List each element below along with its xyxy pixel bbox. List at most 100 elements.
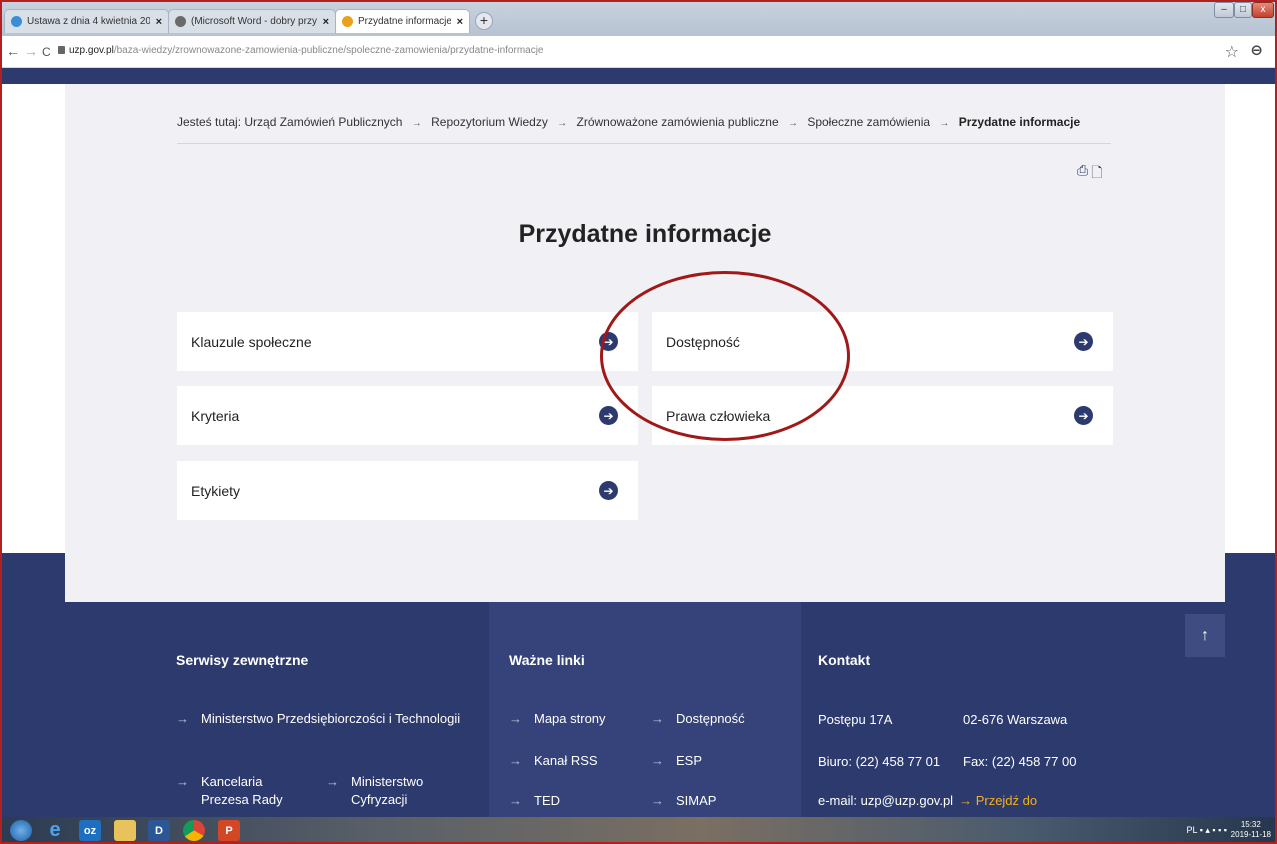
- powerpoint-icon[interactable]: P: [218, 820, 240, 841]
- footer-link-label: Mapa strony: [534, 711, 606, 726]
- profile-icon[interactable]: ⊖: [1250, 41, 1263, 59]
- goto-link[interactable]: → Przejdź do: [959, 793, 1037, 808]
- back-button[interactable]: ←: [6, 43, 20, 59]
- card-prawa-czlowieka[interactable]: Prawa człowieka ➔: [652, 386, 1113, 445]
- tab-ustawa[interactable]: Ustawa z dnia 4 kwietnia 2019 r. ×: [4, 9, 169, 33]
- page-title: Przydatne informacje: [518, 220, 772, 248]
- footer-link-label: Kancelaria Prezesa Rady: [201, 774, 283, 807]
- main-content: Jesteś tutaj: Urząd Zamówień Publicznych…: [65, 84, 1225, 602]
- url-path: /baza-wiedzy/zrownowazone-zamowienia-pub…: [113, 45, 544, 56]
- footer-link[interactable]: → Dostępność: [651, 710, 745, 728]
- footer-link[interactable]: → SIMAP: [651, 792, 716, 810]
- clock-date: 2019-11-18: [1230, 830, 1271, 839]
- tab-close-icon[interactable]: ×: [156, 16, 162, 28]
- tab-close-icon[interactable]: ×: [457, 16, 463, 28]
- footer-link[interactable]: → ESP: [651, 752, 702, 770]
- site-header-band: [0, 68, 1277, 84]
- breadcrumb-link[interactable]: Urząd Zamówień Publicznych: [244, 115, 402, 129]
- tab-label: Przydatne informacje - Urząd Zam: [358, 16, 451, 27]
- minimize-button[interactable]: –: [1214, 2, 1234, 18]
- url-host: uzp.gov.pl: [69, 45, 114, 56]
- footer-link[interactable]: → Kanał RSS: [509, 752, 598, 770]
- arrow-right-icon: →: [651, 753, 664, 768]
- contact-fax: Fax: (22) 458 77 00: [963, 754, 1077, 769]
- arrow-right-icon: →: [509, 711, 522, 726]
- contact-email-text[interactable]: e-mail: uzp@uzp.gov.pl: [818, 793, 953, 808]
- taskbar: e oz D P PL ▪ ▴ ▪ ▪ ▪ 15:32 2019-11-18: [0, 817, 1277, 844]
- footer-link-label: Dostępność: [676, 711, 745, 726]
- address-bar: ← → C uzp.gov.pl/baza-wiedzy/zrownowazon…: [0, 36, 1277, 68]
- footer-link-label: ESP: [676, 753, 703, 768]
- arrow-right-icon: ➔: [599, 481, 618, 500]
- word-icon[interactable]: D: [148, 820, 170, 841]
- footer-link[interactable]: → Mapa strony: [509, 710, 606, 728]
- card-label: Dostępność: [666, 333, 740, 350]
- card-label: Prawa człowieka: [666, 407, 771, 424]
- pdf-icon[interactable]: 🗋: [1091, 162, 1102, 186]
- internet-explorer-icon[interactable]: e: [44, 819, 66, 841]
- arrow-right-icon: →: [557, 118, 568, 129]
- clock-time: 15:32: [1240, 820, 1261, 829]
- footer-link-label: SIMAP: [676, 793, 717, 808]
- footer-link[interactable]: → Ministerstwo Przedsiębiorczości i Techn…: [176, 710, 466, 728]
- arrow-right-icon: ➔: [599, 332, 618, 351]
- tab-label: Ustawa z dnia 4 kwietnia 2019 r.: [27, 16, 150, 27]
- footer-heading-contact: Kontakt: [818, 652, 871, 668]
- contact-city: 02-676 Warszawa: [963, 712, 1068, 727]
- print-icon[interactable]: ⎙: [1077, 162, 1088, 186]
- arrow-right-icon: →: [651, 711, 664, 726]
- reload-button[interactable]: C: [42, 45, 51, 59]
- divider: [177, 143, 1111, 144]
- card-etykiety[interactable]: Etykiety ➔: [177, 461, 638, 520]
- footer-link-label: Kanał RSS: [534, 753, 598, 768]
- site-favicon-icon: [11, 16, 22, 27]
- arrow-right-icon: →: [411, 118, 422, 129]
- page-tools: ⎙ 🗋: [1077, 162, 1102, 186]
- card-klauzule-spoleczne[interactable]: Klauzule społeczne ➔: [177, 312, 638, 371]
- arrow-right-icon: →: [326, 774, 339, 789]
- uzp-favicon-icon: [342, 16, 353, 27]
- arrow-right-icon: →: [176, 774, 189, 789]
- close-window-button[interactable]: x: [1252, 2, 1274, 18]
- tab-word[interactable]: (Microsoft Word - dobry przykład) ×: [168, 9, 336, 33]
- url-field[interactable]: uzp.gov.pl/baza-wiedzy/zrownowazone-zamo…: [58, 45, 544, 56]
- breadcrumb-prefix: Jesteś tutaj:: [177, 115, 242, 129]
- breadcrumb-link[interactable]: Społeczne zamówienia: [807, 115, 930, 129]
- footer-link-label: Ministerstwo Cyfryzacji: [351, 774, 424, 807]
- maximize-button[interactable]: □: [1234, 2, 1252, 18]
- new-tab-button[interactable]: +: [475, 12, 493, 30]
- bookmark-star-icon[interactable]: ☆: [1225, 42, 1239, 62]
- breadcrumb: Jesteś tutaj: Urząd Zamówień Publicznych…: [177, 115, 1080, 129]
- tab-przydatne[interactable]: Przydatne informacje - Urząd Zam ×: [335, 9, 470, 33]
- card-dostepnosc[interactable]: Dostępność ➔: [652, 312, 1113, 371]
- start-button-icon[interactable]: [10, 820, 32, 841]
- arrow-right-icon: →: [509, 753, 522, 768]
- contact-email: e-mail: uzp@uzp.gov.pl → Przejdź do: [818, 793, 1037, 808]
- arrow-right-icon: →: [509, 793, 522, 808]
- card-kryteria[interactable]: Kryteria ➔: [177, 386, 638, 445]
- language-indicator[interactable]: PL: [1187, 825, 1198, 835]
- footer-link[interactable]: → Kancelaria Prezesa Rady: [176, 773, 306, 809]
- footer-link[interactable]: → Ministerstwo Cyfryzacji: [326, 773, 466, 809]
- tab-close-icon[interactable]: ×: [323, 16, 329, 28]
- footer-heading-links: Ważne linki: [509, 652, 585, 668]
- globe-icon: [175, 16, 186, 27]
- tab-label: (Microsoft Word - dobry przykład): [191, 16, 317, 27]
- forward-button[interactable]: →: [24, 43, 38, 59]
- folder-icon[interactable]: [114, 820, 136, 841]
- chrome-icon[interactable]: [183, 820, 205, 841]
- footer-link[interactable]: → TED: [509, 792, 560, 810]
- outlook-icon[interactable]: oz: [79, 820, 101, 841]
- breadcrumb-link[interactable]: Zrównoważone zamówienia publiczne: [577, 115, 779, 129]
- arrow-right-icon: →: [939, 118, 950, 129]
- footer-link-label: Ministerstwo Przedsiębiorczości i Techno…: [201, 711, 461, 726]
- clock[interactable]: 15:32 2019-11-18: [1231, 820, 1271, 840]
- footer-link-label: TED: [534, 793, 560, 808]
- system-tray: PL ▪ ▴ ▪ ▪ ▪: [1186, 825, 1227, 835]
- breadcrumb-link[interactable]: Repozytorium Wiedzy: [431, 115, 548, 129]
- arrow-right-icon: →: [787, 118, 798, 129]
- scroll-to-top-button[interactable]: ↑: [1185, 614, 1225, 657]
- arrow-right-icon: →: [176, 711, 189, 726]
- card-label: Kryteria: [191, 407, 240, 424]
- lock-icon: [58, 46, 65, 54]
